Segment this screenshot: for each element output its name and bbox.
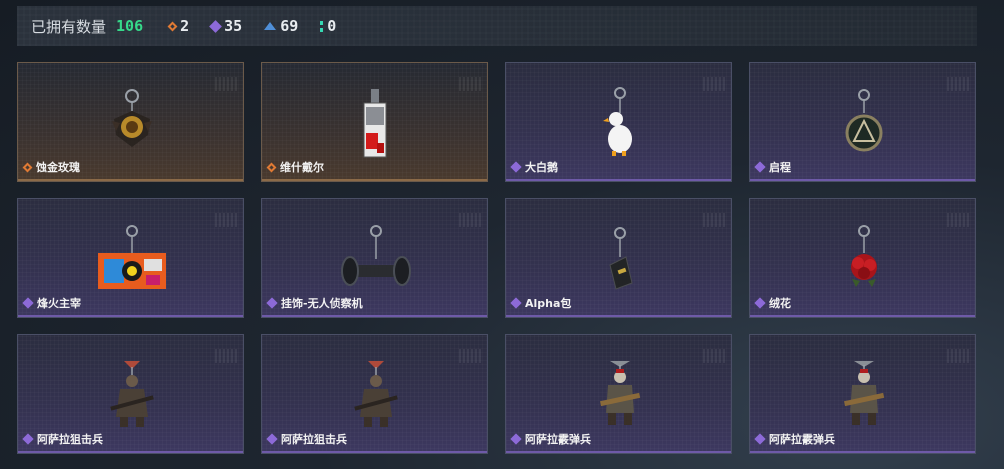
- stat-orange: 2: [167, 17, 190, 35]
- orange-diamond-icon: [167, 21, 178, 31]
- purple-rarity-icon: [754, 297, 766, 309]
- decor-pattern: [947, 213, 969, 227]
- charm-card[interactable]: 绒花: [749, 198, 976, 318]
- owned-count-total: 106: [116, 17, 144, 35]
- charm-name: 挂饰-无人侦察机: [266, 295, 363, 311]
- charm-name: 烽火主宰: [22, 295, 81, 311]
- charm-name-text: 阿萨拉霰弹兵: [525, 433, 591, 446]
- charm-name-text: 挂饰-无人侦察机: [281, 297, 363, 310]
- charm-name: 启程: [754, 159, 791, 175]
- stat-blue-value: 69: [280, 17, 299, 35]
- alpha-bag-charm-icon: [609, 227, 633, 290]
- charm-card[interactable]: 烽火主宰: [17, 198, 244, 318]
- charm-card[interactable]: 蚀金玫瑰: [17, 62, 244, 182]
- shotgunner-figure-charm-icon: [600, 361, 641, 425]
- charm-name: 阿萨拉狙击兵: [22, 431, 103, 447]
- charm-name-text: 启程: [769, 161, 791, 174]
- charm-name-text: Alpha包: [525, 297, 572, 310]
- purple-rarity-icon: [22, 433, 34, 445]
- orange-rarity-icon: [266, 162, 277, 172]
- decor-pattern: [703, 349, 725, 363]
- decor-pattern: [703, 213, 725, 227]
- purple-diamond-icon: [209, 19, 223, 33]
- charm-name-text: 阿萨拉狙击兵: [37, 433, 103, 446]
- decor-pattern: [215, 349, 237, 363]
- decor-pattern: [703, 77, 725, 91]
- drone-charm-icon: [341, 225, 411, 286]
- charm-name: 大白鹅: [510, 159, 558, 175]
- purple-rarity-icon: [510, 433, 522, 445]
- charm-name: 维什戴尔: [266, 159, 324, 175]
- stat-green-value: 0: [327, 17, 337, 35]
- purple-rarity-icon: [754, 161, 766, 173]
- purple-rarity-icon: [266, 433, 278, 445]
- stat-orange-value: 2: [180, 17, 190, 35]
- charm-name: 阿萨拉狙击兵: [266, 431, 347, 447]
- purple-rarity-icon: [510, 297, 522, 309]
- orange-rarity-icon: [22, 162, 33, 172]
- charm-card[interactable]: Alpha包: [505, 198, 732, 318]
- sniper-figure-charm-icon: [110, 361, 154, 427]
- charm-name-text: 阿萨拉霰弹兵: [769, 433, 835, 446]
- decor-pattern: [215, 77, 237, 91]
- decor-pattern: [459, 349, 481, 363]
- charm-name-text: 绒花: [769, 297, 791, 310]
- charm-card[interactable]: 阿萨拉霰弹兵: [749, 334, 976, 454]
- graffiti-container-charm-icon: [98, 225, 166, 289]
- decor-pattern: [459, 77, 481, 91]
- charm-card[interactable]: 大白鹅: [505, 62, 732, 182]
- charm-card[interactable]: 阿萨拉霰弹兵: [505, 334, 732, 454]
- charm-name: 绒花: [754, 295, 791, 311]
- owned-count-bar: 已拥有数量 106 2 35 69 0: [17, 6, 977, 46]
- stat-blue: 69: [264, 17, 298, 35]
- charm-card[interactable]: 挂饰-无人侦察机: [261, 198, 488, 318]
- red-flower-charm-icon: [851, 225, 877, 287]
- stat-green: 0: [320, 17, 336, 35]
- charm-name: 阿萨拉霰弹兵: [510, 431, 591, 447]
- charm-name: 阿萨拉霰弹兵: [754, 431, 835, 447]
- charm-card[interactable]: 阿萨拉狙击兵: [261, 334, 488, 454]
- charm-name-text: 烽火主宰: [37, 297, 81, 310]
- charm-name-text: 大白鹅: [525, 161, 558, 174]
- decor-pattern: [215, 213, 237, 227]
- charm-name: 蚀金玫瑰: [22, 159, 80, 175]
- charm-card[interactable]: 启程: [749, 62, 976, 182]
- charm-name-text: 蚀金玫瑰: [36, 161, 80, 174]
- decor-pattern: [947, 349, 969, 363]
- charm-name-text: 阿萨拉狙击兵: [281, 433, 347, 446]
- gold-rose-charm-icon: [112, 89, 152, 147]
- charm-card[interactable]: 维什戴尔: [261, 62, 488, 182]
- stat-purple-value: 35: [224, 17, 243, 35]
- white-goose-charm-icon: [603, 87, 632, 156]
- shotgunner-figure-charm-icon: [844, 361, 885, 425]
- decor-pattern: [459, 213, 481, 227]
- charm-name-text: 维什戴尔: [280, 161, 324, 174]
- purple-rarity-icon: [266, 297, 278, 309]
- stat-purple: 35: [209, 17, 243, 35]
- green-dots-icon: [320, 20, 324, 32]
- purple-rarity-icon: [510, 161, 522, 173]
- sniper-figure-charm-icon: [354, 361, 398, 427]
- owned-count-label: 已拥有数量: [31, 17, 107, 36]
- card-tag-charm-icon: [363, 89, 387, 158]
- purple-rarity-icon: [22, 297, 34, 309]
- decor-pattern: [947, 77, 969, 91]
- purple-rarity-icon: [754, 433, 766, 445]
- charm-name: Alpha包: [510, 295, 572, 311]
- blue-chevron-icon: [264, 22, 277, 30]
- charm-card[interactable]: 阿萨拉狙击兵: [17, 334, 244, 454]
- emblem-charm-icon: [845, 89, 883, 152]
